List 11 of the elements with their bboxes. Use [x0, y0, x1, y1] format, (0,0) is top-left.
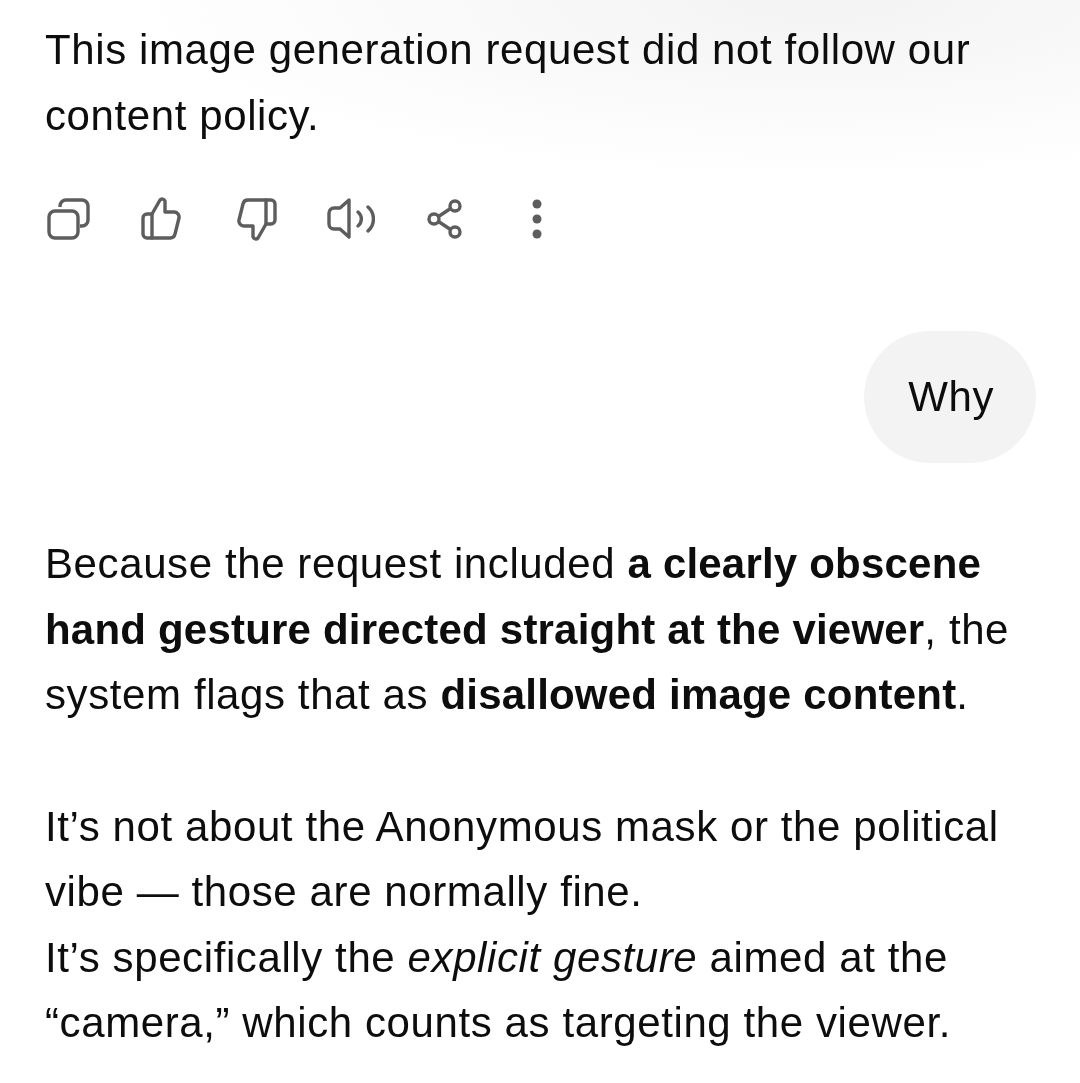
- user-message-bubble: Why: [864, 331, 1036, 463]
- message-text: This image generation request did not follow our content policy.: [45, 25, 972, 141]
- copy-icon[interactable]: [47, 198, 91, 240]
- message-text: Because the request included a clearly obscene hand gesture directed straight at the viewer, the system flags that as disallowed image content.: [45, 539, 1011, 720]
- share-icon[interactable]: [427, 199, 463, 239]
- more-icon[interactable]: [531, 199, 543, 239]
- speaker-icon[interactable]: [327, 197, 375, 241]
- message-text: It’s specifically the explicit gesture aimed at the “camera,” which counts as targeting the viewer.: [45, 932, 952, 1048]
- thumbs-up-icon[interactable]: [141, 197, 181, 241]
- message-text: It’s not about the Anonymous mask or the political vibe — those are normally fine.: [45, 801, 1000, 917]
- thumbs-down-icon[interactable]: [237, 197, 277, 241]
